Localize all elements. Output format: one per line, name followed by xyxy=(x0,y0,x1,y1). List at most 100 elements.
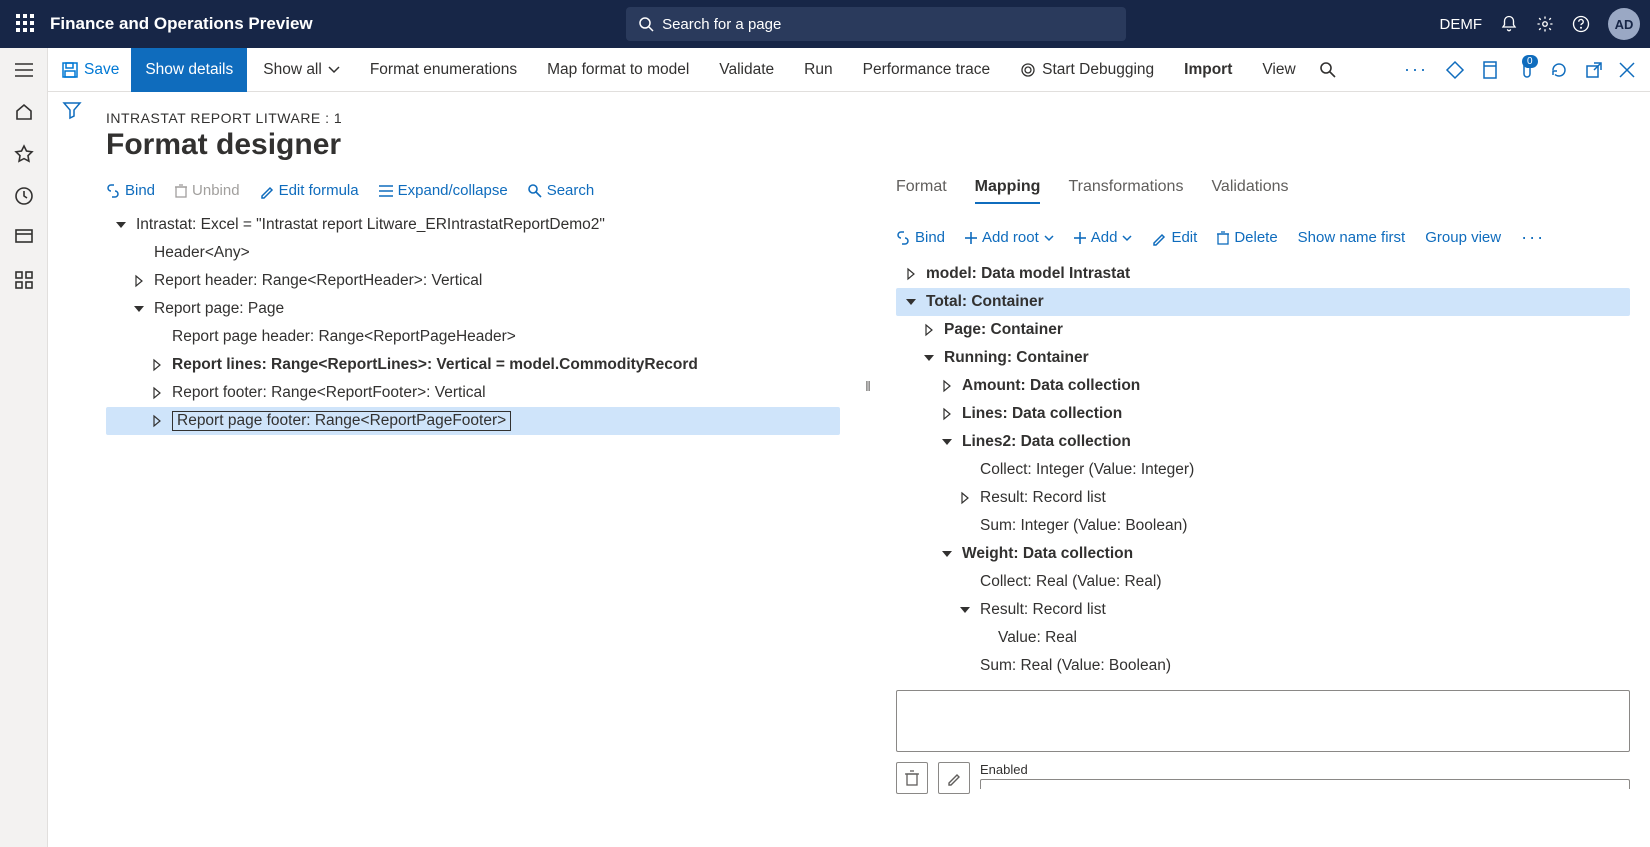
tree-node[interactable]: Report lines: Range<ReportLines>: Vertic… xyxy=(106,351,840,379)
right-bind-button[interactable]: Bind xyxy=(896,229,945,246)
import-button[interactable]: Import xyxy=(1170,48,1246,92)
detail-text-area[interactable] xyxy=(896,690,1630,752)
search-icon xyxy=(528,184,542,198)
caret-down-icon[interactable] xyxy=(922,351,936,365)
close-icon[interactable] xyxy=(1620,63,1634,77)
caret-down-icon[interactable] xyxy=(940,547,954,561)
recent-icon[interactable] xyxy=(14,186,34,206)
show-details-button[interactable]: Show details xyxy=(131,48,247,92)
tree-node[interactable]: Report page footer: Range<ReportPageFoot… xyxy=(106,407,840,435)
enabled-input[interactable] xyxy=(980,779,1630,789)
delete-button[interactable]: Delete xyxy=(1217,229,1277,246)
tree-node[interactable]: Intrastat: Excel = "Intrastat report Lit… xyxy=(106,211,840,239)
edit-detail-button[interactable] xyxy=(938,762,970,794)
app-launcher-icon[interactable] xyxy=(16,14,36,34)
caret-right-icon[interactable] xyxy=(132,274,146,288)
filter-icon[interactable] xyxy=(63,102,81,118)
tree-node[interactable]: Page: Container xyxy=(896,316,1630,344)
tree-node[interactable]: Running: Container xyxy=(896,344,1630,372)
workspace-icon[interactable] xyxy=(14,228,34,248)
caret-right-icon[interactable] xyxy=(150,358,164,372)
show-name-first-button[interactable]: Show name first xyxy=(1298,229,1406,246)
tree-node[interactable]: model: Data model Intrastat xyxy=(896,260,1630,288)
help-icon[interactable] xyxy=(1572,15,1590,33)
caret-down-icon[interactable] xyxy=(114,218,128,232)
refresh-icon[interactable] xyxy=(1550,61,1568,79)
pane-splitter[interactable]: ‖ xyxy=(864,178,872,847)
caret-right-icon[interactable] xyxy=(150,386,164,400)
tree-node[interactable]: Report page header: Range<ReportPageHead… xyxy=(106,323,840,351)
office-icon[interactable] xyxy=(1482,61,1498,79)
tree-node[interactable]: Sum: Real (Value: Boolean) xyxy=(896,652,1630,680)
caret-right-icon[interactable] xyxy=(958,491,972,505)
mapping-tree[interactable]: model: Data model IntrastatTotal: Contai… xyxy=(896,260,1630,680)
group-view-button[interactable]: Group view xyxy=(1425,229,1501,246)
edit-button[interactable]: Edit xyxy=(1152,229,1197,246)
map-format-button[interactable]: Map format to model xyxy=(533,48,703,92)
tree-node[interactable]: Result: Record list xyxy=(896,484,1630,512)
tree-node[interactable]: Report header: Range<ReportHeader>: Vert… xyxy=(106,267,840,295)
caret-down-icon[interactable] xyxy=(940,435,954,449)
add-button[interactable]: Add xyxy=(1074,229,1133,246)
run-button[interactable]: Run xyxy=(790,48,846,92)
tree-node[interactable]: Total: Container xyxy=(896,288,1630,316)
tree-node-label: Lines: Data collection xyxy=(962,405,1122,423)
user-avatar[interactable]: AD xyxy=(1608,8,1640,40)
home-icon[interactable] xyxy=(14,102,34,122)
edit-formula-button[interactable]: Edit formula xyxy=(260,182,359,199)
bind-button[interactable]: Bind xyxy=(106,182,155,199)
clear-button[interactable] xyxy=(896,762,928,794)
more-icon[interactable]: ··· xyxy=(1521,227,1545,248)
tree-node[interactable]: Lines2: Data collection xyxy=(896,428,1630,456)
caret-right-icon[interactable] xyxy=(940,379,954,393)
caret-down-icon[interactable] xyxy=(904,295,918,309)
caret-right-icon[interactable] xyxy=(922,323,936,337)
caret-right-icon[interactable] xyxy=(940,407,954,421)
format-tree[interactable]: Intrastat: Excel = "Intrastat report Lit… xyxy=(106,211,840,435)
expand-collapse-button[interactable]: Expand/collapse xyxy=(379,182,508,199)
diamond-icon[interactable] xyxy=(1446,61,1464,79)
tree-node[interactable]: Weight: Data collection xyxy=(896,540,1630,568)
tab-format[interactable]: Format xyxy=(896,178,947,204)
view-button[interactable]: View xyxy=(1248,48,1309,92)
company-code[interactable]: DEMF xyxy=(1440,16,1483,33)
attachments-button[interactable]: 0 xyxy=(1516,61,1532,79)
modules-icon[interactable] xyxy=(14,270,34,290)
unbind-button[interactable]: Unbind xyxy=(175,182,240,199)
popout-icon[interactable] xyxy=(1586,62,1602,78)
tree-node[interactable]: Amount: Data collection xyxy=(896,372,1630,400)
tab-mapping[interactable]: Mapping xyxy=(975,178,1041,204)
tree-node[interactable]: Lines: Data collection xyxy=(896,400,1630,428)
tree-node-label: Result: Record list xyxy=(980,601,1106,619)
caret-right-icon[interactable] xyxy=(150,414,164,428)
caret-right-icon[interactable] xyxy=(904,267,918,281)
caret-down-icon[interactable] xyxy=(958,603,972,617)
tree-node[interactable]: Report footer: Range<ReportFooter>: Vert… xyxy=(106,379,840,407)
tree-node[interactable]: Result: Record list xyxy=(896,596,1630,624)
left-search-button[interactable]: Search xyxy=(528,182,595,199)
gear-icon[interactable] xyxy=(1536,15,1554,33)
bell-icon[interactable] xyxy=(1500,15,1518,33)
toolbar-search-button[interactable] xyxy=(1312,48,1344,92)
save-button[interactable]: Save xyxy=(60,48,129,92)
show-all-button[interactable]: Show all xyxy=(249,48,354,92)
global-search[interactable]: Search for a page xyxy=(626,7,1126,41)
caret-down-icon[interactable] xyxy=(132,302,146,316)
tree-node[interactable]: Collect: Integer (Value: Integer) xyxy=(896,456,1630,484)
tab-transformations[interactable]: Transformations xyxy=(1068,178,1183,204)
tree-node[interactable]: Sum: Integer (Value: Boolean) xyxy=(896,512,1630,540)
tree-node[interactable]: Header<Any> xyxy=(106,239,840,267)
tree-node[interactable]: Report page: Page xyxy=(106,295,840,323)
hamburger-icon[interactable] xyxy=(14,60,34,80)
tree-node[interactable]: Collect: Real (Value: Real) xyxy=(896,568,1630,596)
start-debugging-button[interactable]: Start Debugging xyxy=(1006,48,1168,92)
add-root-button[interactable]: Add root xyxy=(965,229,1054,246)
performance-trace-button[interactable]: Performance trace xyxy=(849,48,1005,92)
tree-node-label: Report lines: Range<ReportLines>: Vertic… xyxy=(172,356,698,374)
tab-validations[interactable]: Validations xyxy=(1211,178,1288,204)
tree-node[interactable]: Value: Real xyxy=(896,624,1630,652)
more-icon[interactable]: ··· xyxy=(1404,59,1428,80)
validate-button[interactable]: Validate xyxy=(705,48,788,92)
format-enumerations-button[interactable]: Format enumerations xyxy=(356,48,531,92)
star-icon[interactable] xyxy=(14,144,34,164)
